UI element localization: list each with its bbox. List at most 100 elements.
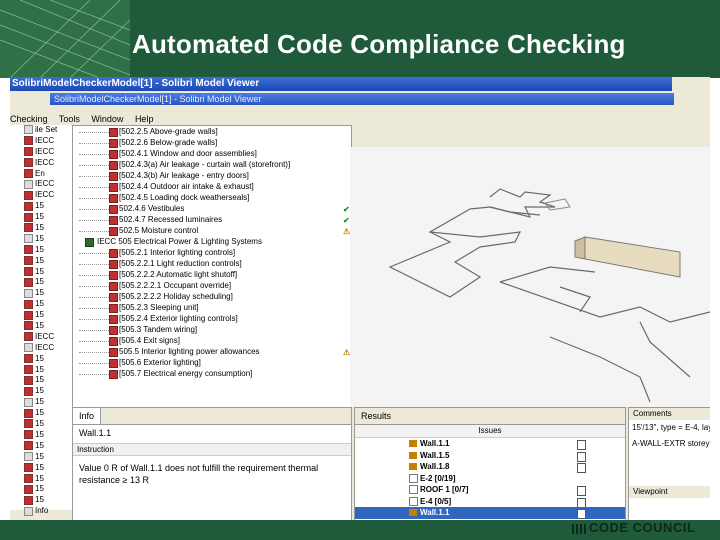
result-row[interactable]: Wall.1.8 (355, 461, 625, 473)
tree-row[interactable]: 15 (10, 288, 72, 299)
tree-row[interactable]: IECC (10, 158, 72, 169)
tree-row[interactable]: 15 (10, 201, 72, 212)
rule-icon (24, 452, 33, 462)
expand-toggle-icon[interactable] (409, 485, 418, 495)
rule-row[interactable]: [502.2.6 Below-grade walls] (73, 137, 351, 148)
tree-row[interactable]: 15 (10, 256, 72, 267)
results-panel: Results Issues Wall.1.1 Wall.1.5 Wall.1.8 E… (354, 407, 626, 527)
tree-row-label: 15 (35, 397, 44, 407)
inner-window-title-bar[interactable]: SolibriModelCheckerModel[1] - Solibri Mo… (50, 93, 674, 105)
tree-row[interactable]: IECC (10, 136, 72, 147)
tree-row[interactable]: 15 (10, 299, 72, 310)
rule-row[interactable]: [502.4.1 Window and door assemblies] (73, 148, 351, 159)
rule-row[interactable]: [502.4.3(a) Air leakage - curtain wall (… (73, 159, 351, 170)
tree-row[interactable]: 15 (10, 321, 72, 332)
tree-row[interactable]: IECC (10, 190, 72, 201)
rule-row[interactable]: [505.4 Exit signs] (73, 335, 351, 346)
result-row[interactable]: E-2 [0/19] (355, 473, 625, 485)
rule-row[interactable]: [505.2.1 Interior lighting controls] (73, 247, 351, 258)
tree-row[interactable]: 15 (10, 474, 72, 485)
rule-row[interactable]: 505.5 Interior lighting power allowances… (73, 346, 351, 357)
tree-row[interactable]: 15 (10, 419, 72, 430)
rule-icon (24, 473, 33, 483)
result-row[interactable]: Wall.1.5 (355, 450, 625, 462)
menu-window[interactable]: Window (91, 114, 123, 124)
menu-checking[interactable]: Checking (10, 114, 48, 124)
rule-row[interactable]: [505.7 Electrical energy consumption] (73, 368, 351, 379)
result-row[interactable]: ROOF 1 [0/7] (355, 484, 625, 496)
tree-row[interactable]: 15 (10, 267, 72, 278)
tree-row[interactable]: IECC (10, 179, 72, 190)
rule-row[interactable]: [505.3 Tandem wiring] (73, 324, 351, 335)
results-list[interactable]: Wall.1.1 Wall.1.5 Wall.1.8 E-2 [0/19] ROOF 1… (355, 438, 625, 519)
menu-tools[interactable]: Tools (59, 114, 80, 124)
tree-row[interactable]: 15 (10, 223, 72, 234)
tree-row[interactable]: 15 (10, 397, 72, 408)
tree-row[interactable]: IECC (10, 343, 72, 354)
rule-row[interactable]: [505.2.3 Sleeping unit] (73, 302, 351, 313)
info-tab[interactable]: Info (73, 408, 102, 424)
tree-row[interactable]: 15 (10, 234, 72, 245)
rule-label: [505.4 Exit signs] (119, 336, 180, 345)
ruleset-category-row[interactable]: IECC 505 Electrical Power & Lighting Sys… (73, 236, 351, 247)
tree-row[interactable]: 15 (10, 354, 72, 365)
3d-model-viewport[interactable] (350, 147, 710, 407)
rule-row[interactable]: [502.2.5 Above-grade walls] (73, 126, 351, 137)
results-tab[interactable]: Results (355, 408, 625, 425)
result-row[interactable]: Wall.1.1 (355, 438, 625, 450)
tree-row[interactable]: 15 (10, 386, 72, 397)
tree-row[interactable]: En (10, 169, 72, 180)
document-icon[interactable] (577, 440, 586, 450)
rule-row[interactable]: 502.4.6 Vestibules ✔ (73, 203, 351, 214)
rule-row[interactable]: [505.2.4 Exterior lighting controls] (73, 313, 351, 324)
tree-row[interactable]: 15 (10, 441, 72, 452)
tree-row[interactable]: 15 (10, 212, 72, 223)
rule-row[interactable]: [502.4.3(b) Air leakage - entry doors] (73, 170, 351, 181)
rule-row[interactable]: 502.5 Moisture control ⚠ (73, 225, 351, 236)
expand-toggle-icon[interactable] (409, 473, 418, 483)
tree-row-label: En (35, 168, 45, 178)
instruction-tab[interactable]: Instruction (73, 443, 351, 456)
ruleset-navigator-tree[interactable]: ile Set IECC IECC IECC En IECC IECC 15 15 15 15 15 1… (10, 125, 73, 516)
result-row[interactable]: Wall.1.1 (355, 507, 625, 519)
tree-row[interactable]: 15 (10, 430, 72, 441)
rule-row[interactable]: [505.2.2.1 Light reduction controls] (73, 258, 351, 269)
rule-row[interactable]: [505.2.2.2.1 Occupant override] (73, 280, 351, 291)
document-icon[interactable] (577, 463, 586, 473)
document-icon[interactable] (577, 486, 586, 496)
tree-row[interactable]: 15 (10, 452, 72, 463)
tree-row[interactable]: 15 (10, 277, 72, 288)
issues-column-header[interactable]: Issues (355, 425, 625, 438)
tree-row[interactable]: 15 (10, 245, 72, 256)
expand-toggle-icon[interactable] (409, 496, 418, 506)
tree-row[interactable]: ile Set (10, 125, 72, 136)
rule-icon (24, 299, 33, 309)
rule-row[interactable]: [502.4.5 Loading dock weatherseals] (73, 192, 351, 203)
rule-icon (109, 128, 118, 137)
issue-description: Value 0 R of Wall.1.1 does not fulfill t… (79, 463, 319, 485)
menu-help[interactable]: Help (135, 114, 154, 124)
rule-row[interactable]: [505.2.2.2 Automatic light shutoff] (73, 269, 351, 280)
tree-row[interactable]: Info (10, 506, 72, 517)
tree-row[interactable]: 15 (10, 365, 72, 376)
rule-icon (109, 293, 118, 302)
ruleset-tree[interactable]: [502.2.5 Above-grade walls] [502.2.6 Belo… (72, 125, 352, 417)
tree-row[interactable]: 15 (10, 484, 72, 495)
result-row[interactable]: E-4 [0/5] (355, 496, 625, 508)
tree-row[interactable]: 15 (10, 495, 72, 506)
rule-row[interactable]: [502.4.4 Outdoor air intake & exhaust] (73, 181, 351, 192)
tree-row[interactable]: 15 (10, 408, 72, 419)
tree-row[interactable]: 15 (10, 310, 72, 321)
tree-row[interactable]: IECC (10, 332, 72, 343)
document-icon[interactable] (577, 497, 586, 508)
rule-row[interactable]: 502.4.7 Recessed luminaires ✔ (73, 214, 351, 225)
window-title-bar[interactable]: SolibriModelCheckerModel[1] - Solibri Mo… (10, 77, 672, 91)
rule-row[interactable]: [505.6 Exterior lighting] (73, 357, 351, 368)
tree-row[interactable]: IECC (10, 147, 72, 158)
highlighted-wall[interactable] (584, 236, 681, 278)
rule-row[interactable]: [505.2.2.2.2 Holiday scheduling] (73, 291, 351, 302)
document-icon[interactable] (577, 451, 586, 462)
tree-row[interactable]: 15 (10, 463, 72, 474)
document-icon[interactable] (577, 509, 586, 519)
tree-row[interactable]: 15 (10, 375, 72, 386)
